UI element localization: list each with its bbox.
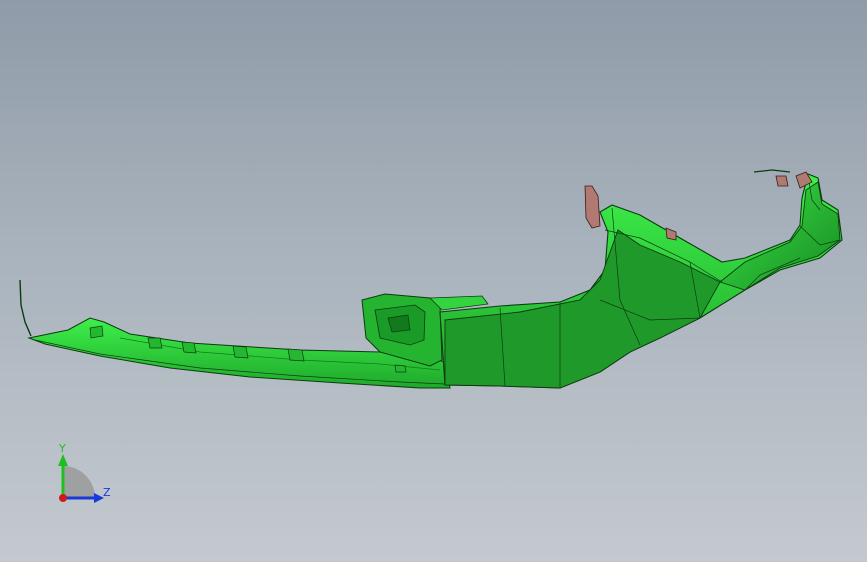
bumper-model[interactable] — [0, 0, 867, 562]
x-axis-dot — [59, 494, 67, 502]
right-wire-edge — [753, 169, 791, 173]
triad-graphic — [58, 454, 104, 503]
z-axis-label: Z — [103, 486, 111, 499]
y-axis-arrow — [58, 454, 68, 466]
left-wire-edge — [19, 279, 32, 337]
triad-quadrant — [63, 466, 95, 498]
center-mount-hole — [387, 314, 411, 333]
orientation-triad: Y Z — [46, 440, 126, 510]
cad-viewport[interactable]: Y Z — [0, 0, 867, 562]
y-axis-label: Y — [59, 442, 66, 455]
